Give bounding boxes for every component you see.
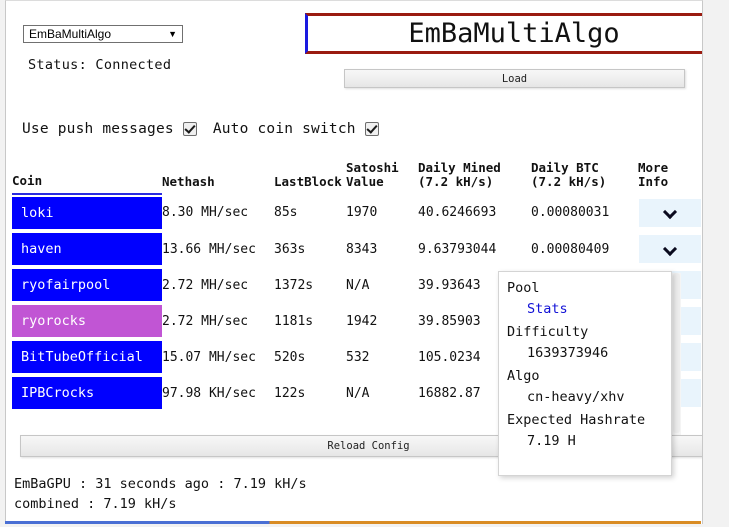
coin-name-button[interactable]: BitTubeOfficial: [12, 341, 162, 373]
coin-cell: haven: [12, 231, 162, 267]
more-info-toggle[interactable]: [639, 198, 701, 227]
nethash-cell: 2.72 MH/sec: [162, 313, 249, 329]
push-messages-checkbox[interactable]: [182, 122, 197, 136]
lastblock-cell: 1181s: [274, 313, 314, 329]
popup-difficulty-label: Difficulty: [507, 324, 589, 340]
table-scrollbar-thumb[interactable]: [673, 273, 680, 433]
coin-name-button[interactable]: ryorocks: [12, 305, 162, 337]
coin-cell: ryorocks: [12, 303, 162, 339]
satoshi-value-cell: 8343: [346, 241, 378, 257]
header-nethash[interactable]: Nethash: [162, 161, 274, 194]
coin-name-button[interactable]: ryofairpool: [12, 269, 162, 301]
satoshi-value-cell: 1970: [346, 205, 378, 220]
chevron-down-icon: [664, 206, 677, 219]
miner-status-line: EmBaGPU : 31 seconds ago : 7.19 kH/s: [14, 476, 307, 492]
combined-hashrate-line: combined : 7.19 kH/s: [14, 496, 177, 512]
table-row: haven 13.66 MH/sec 363s 8343 9.63793044 0.000…: [12, 231, 702, 267]
profile-select[interactable]: EmBaMultiAlgo ▼: [23, 25, 183, 43]
table-header-row: Coin Nethash LastBlock Satoshi Value Dai…: [12, 160, 702, 195]
window-bottom-accent: [5, 521, 701, 524]
coin-name-button[interactable]: IPBCrocks: [12, 377, 162, 409]
load-button[interactable]: Load: [344, 69, 685, 88]
lastblock-cell: 122s: [274, 385, 306, 401]
nethash-cell: 13.66 MH/sec: [162, 241, 256, 257]
popup-pool-value: Stats: [499, 299, 671, 322]
app-window: EmBaMultiAlgo ▼ Status: Connected EmBaMu…: [5, 0, 703, 524]
lastblock-cell: 363s: [274, 241, 306, 257]
more-info-cell: [638, 231, 702, 267]
popup-hashrate-label: Expected Hashrate: [507, 412, 646, 428]
popup-difficulty-value: 1639373946: [527, 345, 609, 361]
coin-cell: IPBCrocks: [12, 375, 162, 411]
satoshi-value-cell: 532: [346, 349, 370, 365]
more-info-toggle[interactable]: [639, 235, 701, 263]
header-daily-mined[interactable]: Daily Mined (7.2 kH/s): [418, 161, 531, 194]
satoshi-value-cell: N/A: [346, 277, 370, 293]
pool-stats-link[interactable]: Stats: [527, 301, 568, 317]
coin-name-button[interactable]: haven: [12, 233, 162, 265]
options-row: Use push messages Auto coin switch: [22, 121, 395, 137]
auto-coin-switch-checkbox[interactable]: [364, 122, 379, 136]
nethash-cell: 2.72 MH/sec: [162, 277, 249, 293]
popup-algo-label: Algo: [507, 368, 540, 384]
nethash-cell: 15.07 MH/sec: [162, 349, 256, 365]
push-messages-label: Use push messages: [22, 121, 174, 137]
header-more-info: More Info: [638, 160, 669, 189]
daily-mined-cell: 9.63793044: [418, 241, 497, 257]
header-lastblock[interactable]: LastBlock: [274, 161, 346, 194]
coin-cell: loki: [12, 194, 162, 231]
header-coin[interactable]: Coin: [12, 161, 162, 195]
coin-cell: BitTubeOfficial: [12, 339, 162, 375]
nethash-cell: 8.30 MH/sec: [162, 205, 249, 220]
status-text: Status: Connected: [28, 57, 172, 73]
lastblock-cell: 520s: [274, 349, 306, 365]
satoshi-value-cell: 1942: [346, 313, 378, 329]
chevron-down-icon: [664, 243, 677, 256]
profile-select-value: EmBaMultiAlgo: [29, 27, 112, 41]
satoshi-value-cell: N/A: [346, 385, 370, 401]
coin-cell: ryofairpool: [12, 267, 162, 303]
coin-name-button[interactable]: loki: [12, 197, 162, 229]
page-title: EmBaMultiAlgo: [305, 13, 702, 54]
nethash-cell: 97.98 KH/sec: [162, 385, 256, 401]
table-scrollbar[interactable]: [671, 273, 681, 441]
daily-btc-cell: 0.00080031: [531, 205, 610, 220]
popup-pool-label: Pool: [507, 280, 540, 296]
header-daily-btc[interactable]: Daily BTC (7.2 kH/s): [531, 161, 638, 194]
more-info-popup: Pool Stats Difficulty 1639373946 Algo cn…: [498, 271, 672, 476]
header-satoshi-value[interactable]: Satoshi Value: [346, 161, 418, 194]
popup-algo-value: cn-heavy/xhv: [527, 389, 625, 405]
popup-hashrate-value: 7.19 H: [527, 433, 576, 449]
more-info-cell: [638, 194, 702, 231]
daily-btc-cell: 0.00080409: [531, 241, 610, 257]
lastblock-cell: 85s: [274, 205, 298, 220]
table-row: loki 8.30 MH/sec 85s 1970 40.6246693 0.000800…: [12, 194, 702, 231]
auto-coin-switch-label: Auto coin switch: [212, 121, 356, 137]
lastblock-cell: 1372s: [274, 277, 314, 293]
chevron-down-icon: ▼: [168, 29, 177, 39]
daily-mined-cell: 40.6246693: [418, 205, 497, 220]
